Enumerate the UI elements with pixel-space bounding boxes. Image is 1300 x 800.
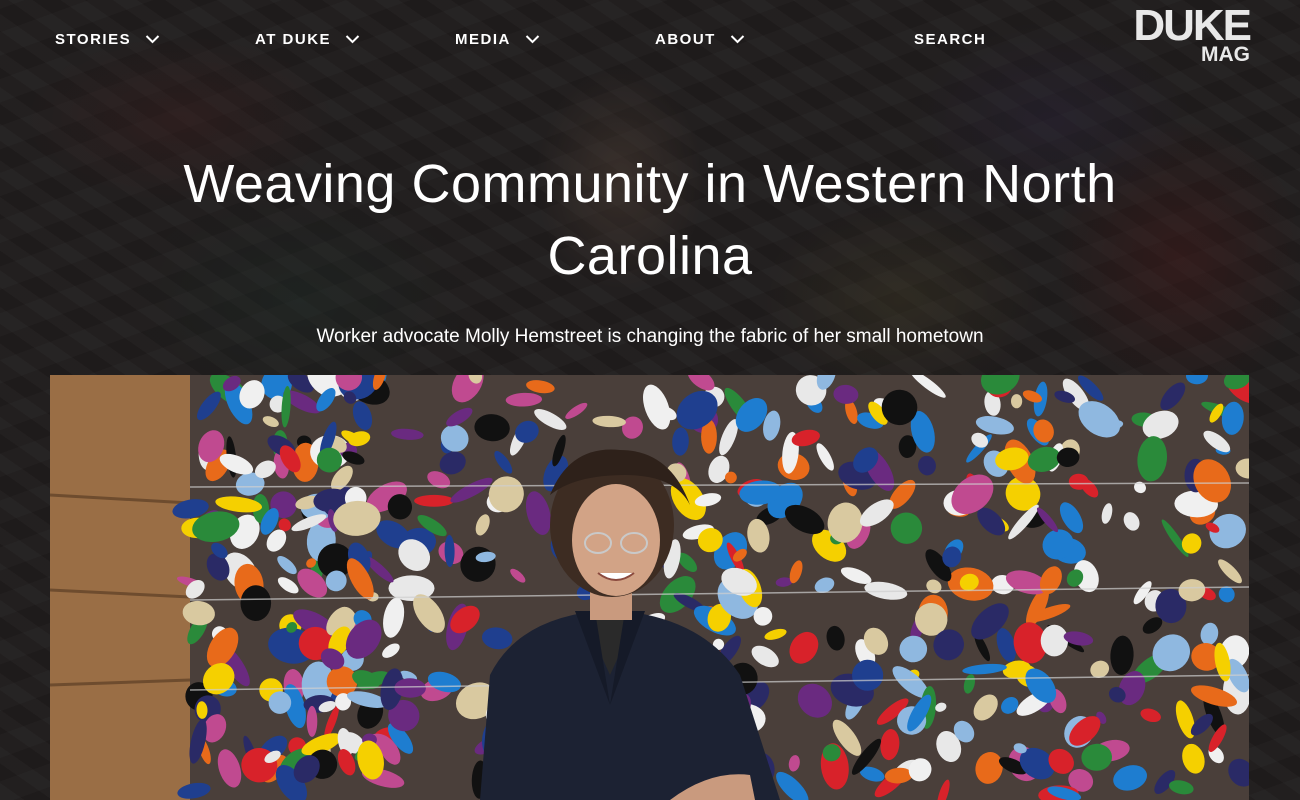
nav-about-label: ABOUT [655,30,716,48]
hero-photo [50,375,1249,800]
chevron-down-icon [730,34,745,44]
search-label: SEARCH [914,30,987,48]
logo-duke: DUKE [1133,1,1252,50]
nav-at-duke-label: AT DUKE [255,30,332,48]
duke-mag-logo[interactable]: DUKE MAG [1133,1,1252,66]
fabric-patch [1011,394,1023,409]
search-link[interactable]: SEARCH [914,30,986,48]
nav-about[interactable]: ABOUT [655,30,745,48]
article-subtitle: Worker advocate Molly Hemstreet is chang… [316,326,984,347]
chevron-down-icon [145,34,160,44]
nav-stories-label: STORIES [55,30,132,48]
fabric-patch [306,705,318,737]
chevron-down-icon [345,34,360,44]
hero-photo-illustration [50,375,1249,800]
chevron-down-icon [525,34,540,44]
nav-media-label: MEDIA [455,30,511,48]
nav-at-duke[interactable]: AT DUKE [255,30,360,48]
article-title: Weaving Community in Western North Carol… [90,148,1210,292]
article-title-line2: Carolina [547,226,753,286]
fabric-patch [414,494,455,507]
nav-media[interactable]: MEDIA [455,30,540,48]
article-title-line1: Weaving Community in Western North [183,154,1117,214]
nav-stories[interactable]: STORIES [55,30,160,48]
main-navigation: STORIES AT DUKE MEDIA ABOUT SEARCH DUKE … [0,0,1300,80]
